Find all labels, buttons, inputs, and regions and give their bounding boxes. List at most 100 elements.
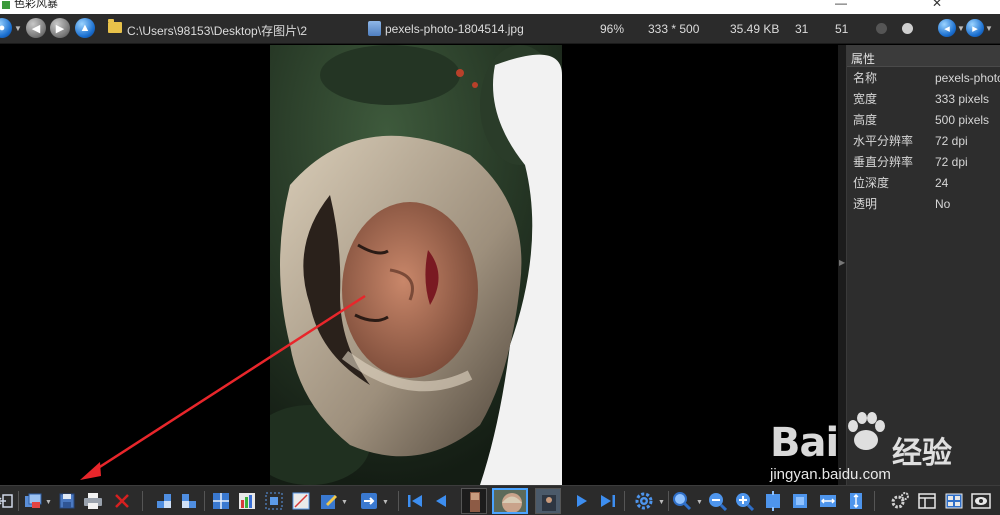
panel-splitter[interactable]: ▶ [838,45,846,485]
color-adjust-button[interactable] [236,490,258,512]
open-file-button[interactable] [22,490,44,512]
open-folder-icon [25,493,42,508]
properties-panel: 属性 名称 pexels-photo-1804514.jpg 宽度 333 pi… [846,45,1000,485]
zoom-in-button[interactable] [733,490,755,512]
fit-width-button[interactable] [817,490,839,512]
status-dot-light[interactable] [902,23,913,34]
app-icon [2,1,10,9]
zoom-dropdown-icon[interactable]: ▼ [696,499,703,506]
prev-folder-button[interactable]: ◂ [938,19,956,37]
picture-effects-icon [292,492,310,510]
property-key: 垂直分辨率 [853,155,914,169]
thumbnail-view-button[interactable] [943,490,965,512]
fit-window-icon [766,491,780,511]
prev-folder-icon: ◂ [944,22,950,35]
thumbnail-image [462,489,486,513]
zoom-out-icon [709,493,727,511]
image-viewer[interactable] [0,45,842,485]
actual-size-button[interactable] [789,490,811,512]
close-button[interactable]: ✕ [932,0,942,10]
bottom-toolbar: ▼ ▼ ▼ ▼ ▼ [0,485,1000,515]
image-index: 31 [795,22,809,36]
property-value: 500 pixels [935,112,990,127]
toolbar-separator [398,491,399,511]
zoom-in-icon [736,493,754,511]
folder-path[interactable]: C:\Users\98153\Desktop\存图片\2 [127,22,307,39]
delete-x-icon [115,494,129,508]
edit-button[interactable] [318,490,340,512]
property-key: 名称 [853,71,878,85]
color-bars-icon [239,493,255,509]
actual-size-icon [793,494,807,508]
toolbar-separator [142,491,143,511]
rotate-left-button[interactable] [153,490,175,512]
menu-icon: ● [0,22,6,34]
view-mode-button[interactable] [970,490,992,512]
back-button[interactable]: ◀ [26,18,46,38]
forward-button[interactable]: ▶ [50,18,70,38]
thumbnail-current[interactable] [492,488,528,514]
layout-panel-button[interactable] [916,490,938,512]
magnifier-icon [673,492,692,511]
first-image-button[interactable] [404,490,426,512]
delete-button[interactable] [111,490,133,512]
export-dropdown-icon[interactable]: ▼ [382,499,389,506]
zoom-out-button[interactable] [706,490,728,512]
open-file-dropdown-icon[interactable]: ▼ [45,499,52,506]
panel-layout-icon [918,493,936,509]
property-value: 72 dpi [935,133,968,148]
previous-image-icon [436,495,446,507]
tools-button[interactable] [889,490,911,512]
zoom-button[interactable] [671,490,693,512]
next-folder-dropdown-icon[interactable]: ▼ [985,24,993,33]
thumbnail-previous[interactable] [461,488,487,514]
minimize-button[interactable]: — [835,0,847,10]
export-button[interactable] [358,490,380,512]
resize-button[interactable] [263,490,285,512]
next-folder-button[interactable]: ▸ [966,19,984,37]
image-dimensions: 333 * 500 [648,22,700,36]
fit-height-button[interactable] [845,490,867,512]
property-value: pexels-photo-1804514.jpg [935,70,1000,85]
thumbnail-image [536,489,560,513]
exit-button[interactable] [0,490,16,512]
print-button[interactable] [82,490,104,512]
fit-width-icon [820,495,836,507]
fit-window-button[interactable] [762,490,784,512]
file-size: 35.49 KB [730,22,780,36]
thumbnail-grid-icon [945,493,963,509]
settings-button[interactable] [633,490,655,512]
save-button[interactable] [56,490,78,512]
edit-pencil-icon [321,495,337,509]
property-value: 333 pixels [935,91,990,106]
property-key: 高度 [853,113,878,127]
next-image-button[interactable] [571,490,593,512]
property-key: 水平分辨率 [853,134,914,148]
toolbar-separator [204,491,205,511]
rotate-left-icon [157,494,171,508]
rotate-right-button[interactable] [178,490,200,512]
status-dot-dark[interactable] [876,23,887,34]
zoom-level: 96% [600,22,625,36]
effects-button[interactable] [290,490,312,512]
next-folder-icon: ▸ [972,22,978,35]
first-image-icon [408,495,422,507]
resize-icon [265,492,283,510]
image-total: 51 [835,22,849,36]
thumbnail-next[interactable] [535,488,561,514]
edit-dropdown-icon[interactable]: ▼ [341,499,348,506]
save-disk-icon [59,493,75,509]
last-image-button[interactable] [597,490,619,512]
crop-button[interactable] [210,490,232,512]
prev-folder-dropdown-icon[interactable]: ▼ [957,24,965,33]
fit-height-icon [850,493,862,509]
crop-grid-icon [213,493,229,509]
menu-dropdown-icon[interactable]: ▼ [14,24,22,33]
window-title: 色彩风暴 [14,0,58,10]
settings-dropdown-icon[interactable]: ▼ [658,499,665,506]
menu-button[interactable]: ● [0,18,12,38]
gear-icon [635,492,653,510]
up-folder-button[interactable]: ▲ [75,18,95,38]
previous-image-button[interactable] [430,490,452,512]
property-key: 透明 [853,197,878,211]
